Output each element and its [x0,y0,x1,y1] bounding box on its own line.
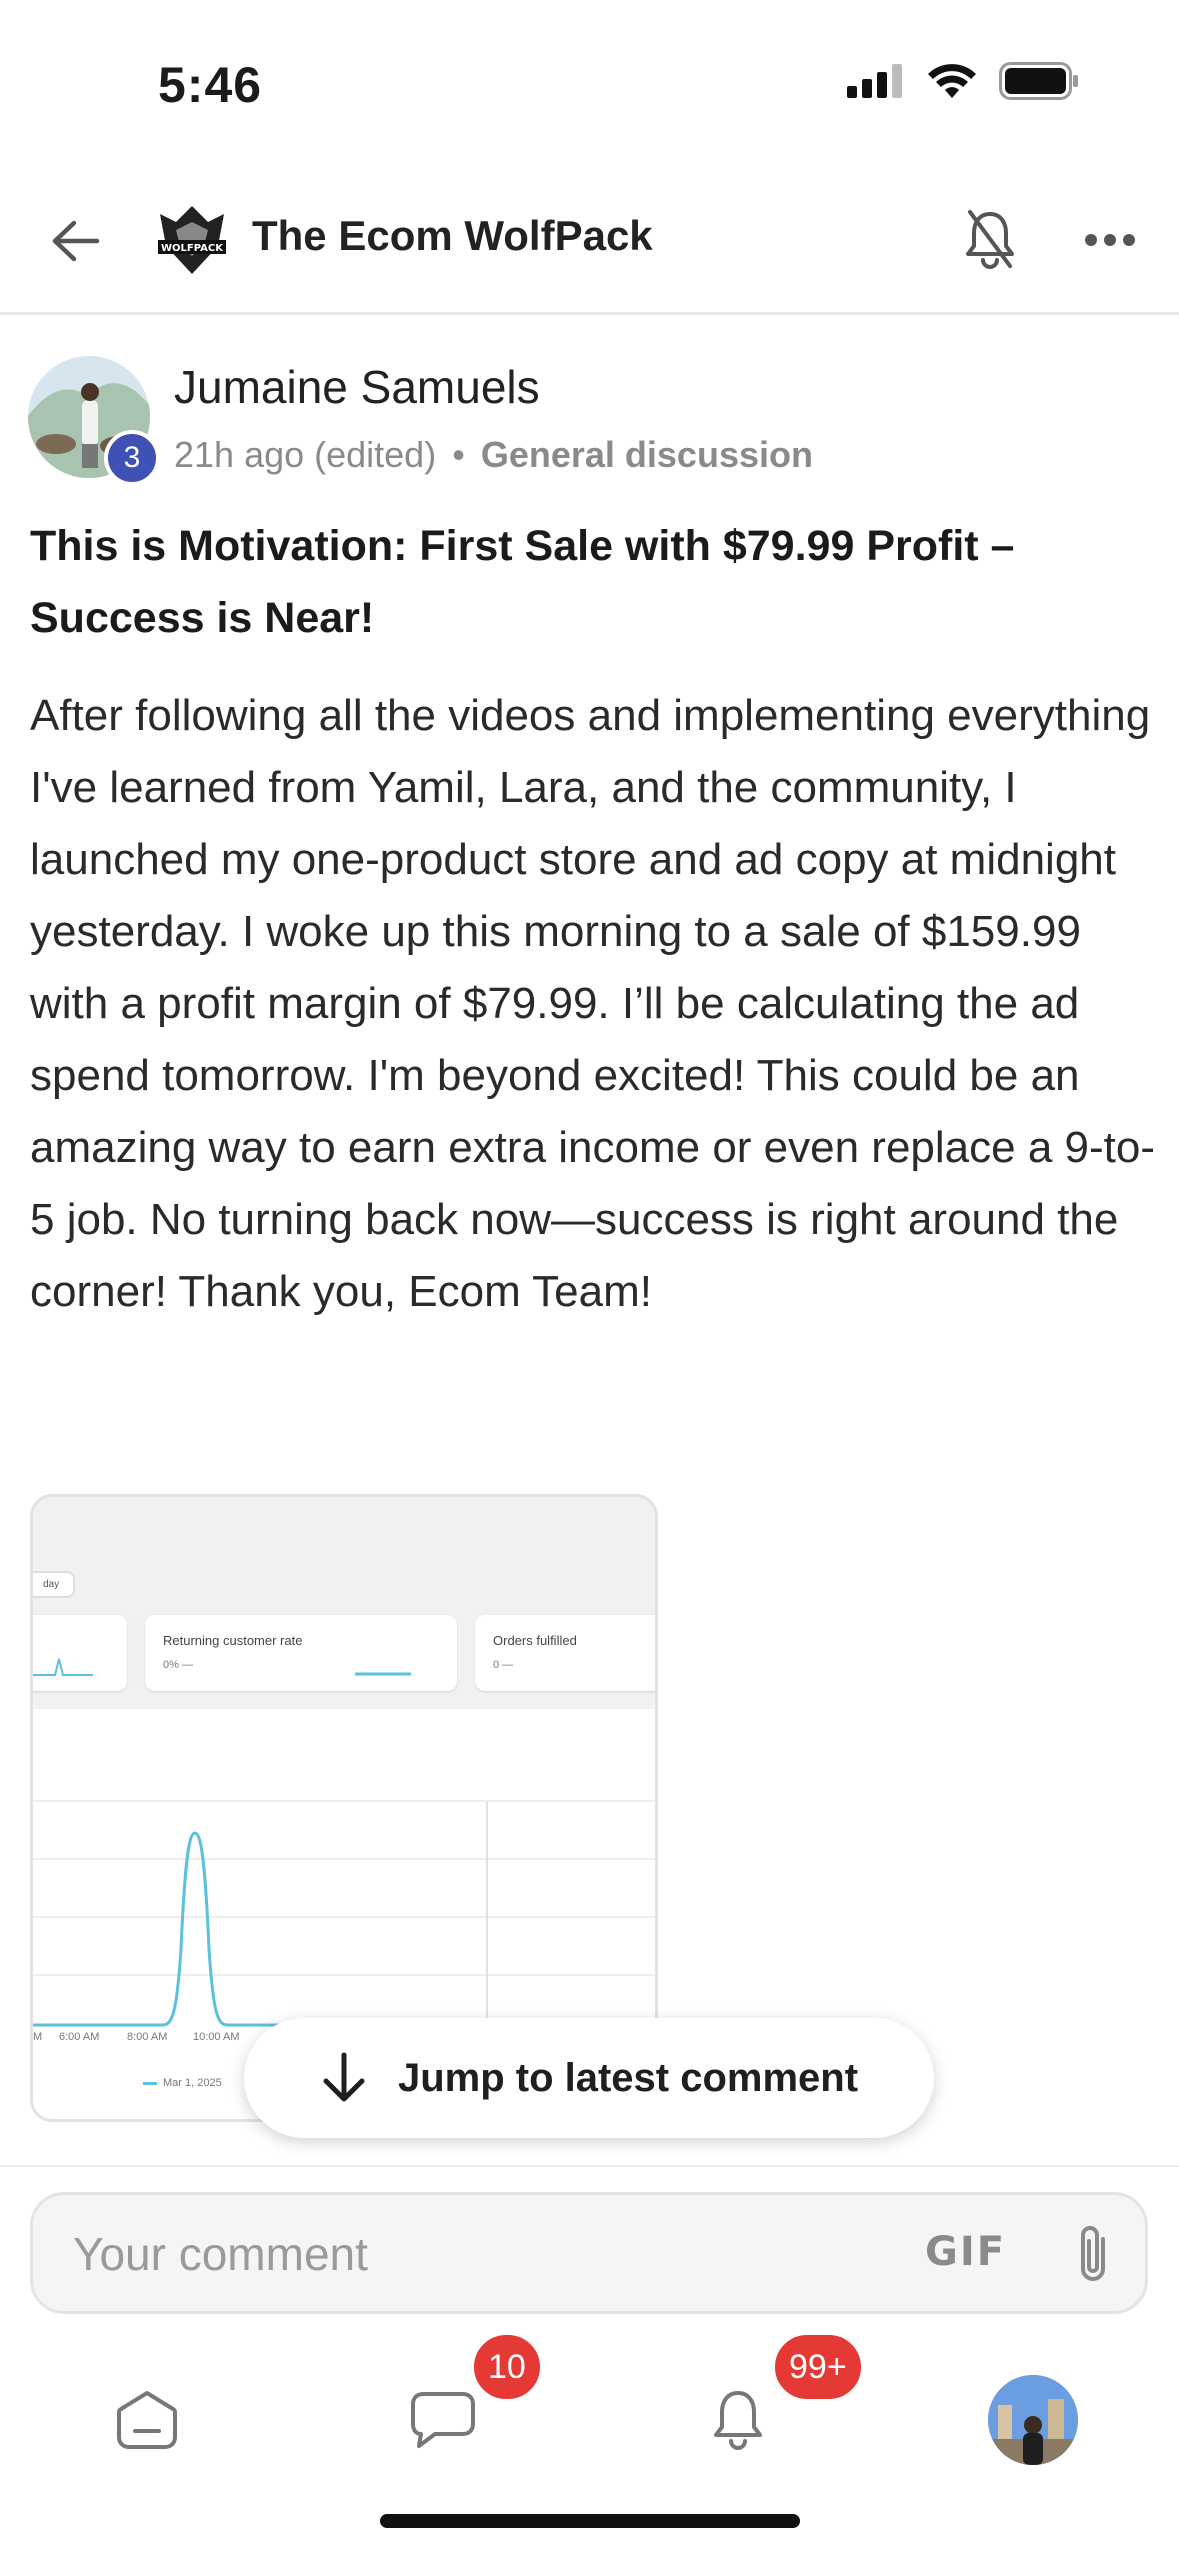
notifications-badge: 99+ [771,2331,865,2403]
paperclip-icon [1081,2226,1105,2281]
battery-icon [999,62,1078,100]
stat-card-label: Returning customer rate [163,1633,303,1648]
comment-bar: Your comment GIF [0,2165,1179,2347]
attachment-date-chip: day [33,1571,76,1598]
attachment-stat-card: Returning customer rate 0% — [145,1615,457,1691]
nav-home[interactable] [92,2365,202,2475]
arrow-left-icon [52,220,100,262]
x-label: M [33,2031,43,2043]
chart-legend: Mar 1, 2025 [143,2077,222,2089]
meta-separator: • [452,434,465,475]
attachment-stat-card [33,1615,127,1691]
nav-notifications[interactable]: 99+ [683,2331,865,2475]
x-label: 6:00 AM [59,2031,100,2043]
svg-text:WOLFPACK: WOLFPACK [161,243,224,254]
stat-card-value: 0% — [163,1659,193,1671]
home-icon [117,2391,177,2449]
chat-badge: 10 [470,2331,544,2403]
attach-button[interactable] [1063,2221,1123,2287]
bell-icon [714,2391,762,2450]
nav-chat[interactable]: 10 [388,2331,544,2475]
wifi-icon [928,64,976,98]
cellular-signal-icon [847,64,902,98]
chat-bubble-icon [411,2392,475,2448]
profile-photo [988,2375,1078,2465]
level-badge: 3 [104,430,160,486]
x-label: 8:00 AM [127,2031,168,2043]
stat-card-value: 0 — [493,1659,514,1671]
group-logo: WOLFPACK [152,200,232,280]
status-icons [847,62,1079,100]
legend-label: Mar 1, 2025 [163,2077,222,2089]
author-avatar[interactable]: 3 [28,356,160,486]
status-time: 5:46 [158,57,263,113]
attachment-stat-card: Orders fulfilled 0 — [475,1615,655,1691]
comment-placeholder: Your comment [73,2228,368,2280]
profile-avatar [988,2375,1078,2465]
more-options-button[interactable] [1070,200,1150,280]
group-title[interactable]: The Ecom WolfPack [252,212,653,260]
x-label: 10:00 AM [193,2031,240,2043]
post-body: After following all the videos and imple… [30,691,1156,1316]
post-meta: 21h ago (edited) • General discussion [174,434,813,476]
author-name[interactable]: Jumaine Samuels [174,360,540,414]
status-bar: 5:46 [0,0,1179,170]
jump-label: Jump to latest comment [397,2055,859,2100]
gif-button[interactable]: GIF [925,2229,1006,2275]
bell-off-icon [966,210,1014,269]
attachment-stats-area: day Returning customer rate 0% — Orders … [33,1497,655,1711]
wolf-logo-icon: WOLFPACK [158,206,226,274]
arrow-down-icon [323,2052,365,2102]
post-category[interactable]: General discussion [481,434,813,475]
jump-to-latest-comment-button[interactable]: Jump to latest comment [244,2018,934,2138]
back-button[interactable] [40,206,110,276]
nav-profile[interactable] [978,2365,1088,2475]
comment-input[interactable]: Your comment GIF [30,2192,1148,2314]
mute-notifications-button[interactable] [950,200,1030,280]
post-title: This is Motivation: First Sale with $79.… [30,522,1015,642]
stat-card-label: Orders fulfilled [493,1633,577,1648]
post-time: 21h ago (edited) [174,434,437,475]
mini-sparkline [33,1658,93,1676]
home-indicator [380,2514,800,2528]
mini-sparkline [355,1672,411,1676]
more-horizontal-icon [1085,234,1135,246]
group-header: WOLFPACK The Ecom WolfPack [0,170,1179,315]
